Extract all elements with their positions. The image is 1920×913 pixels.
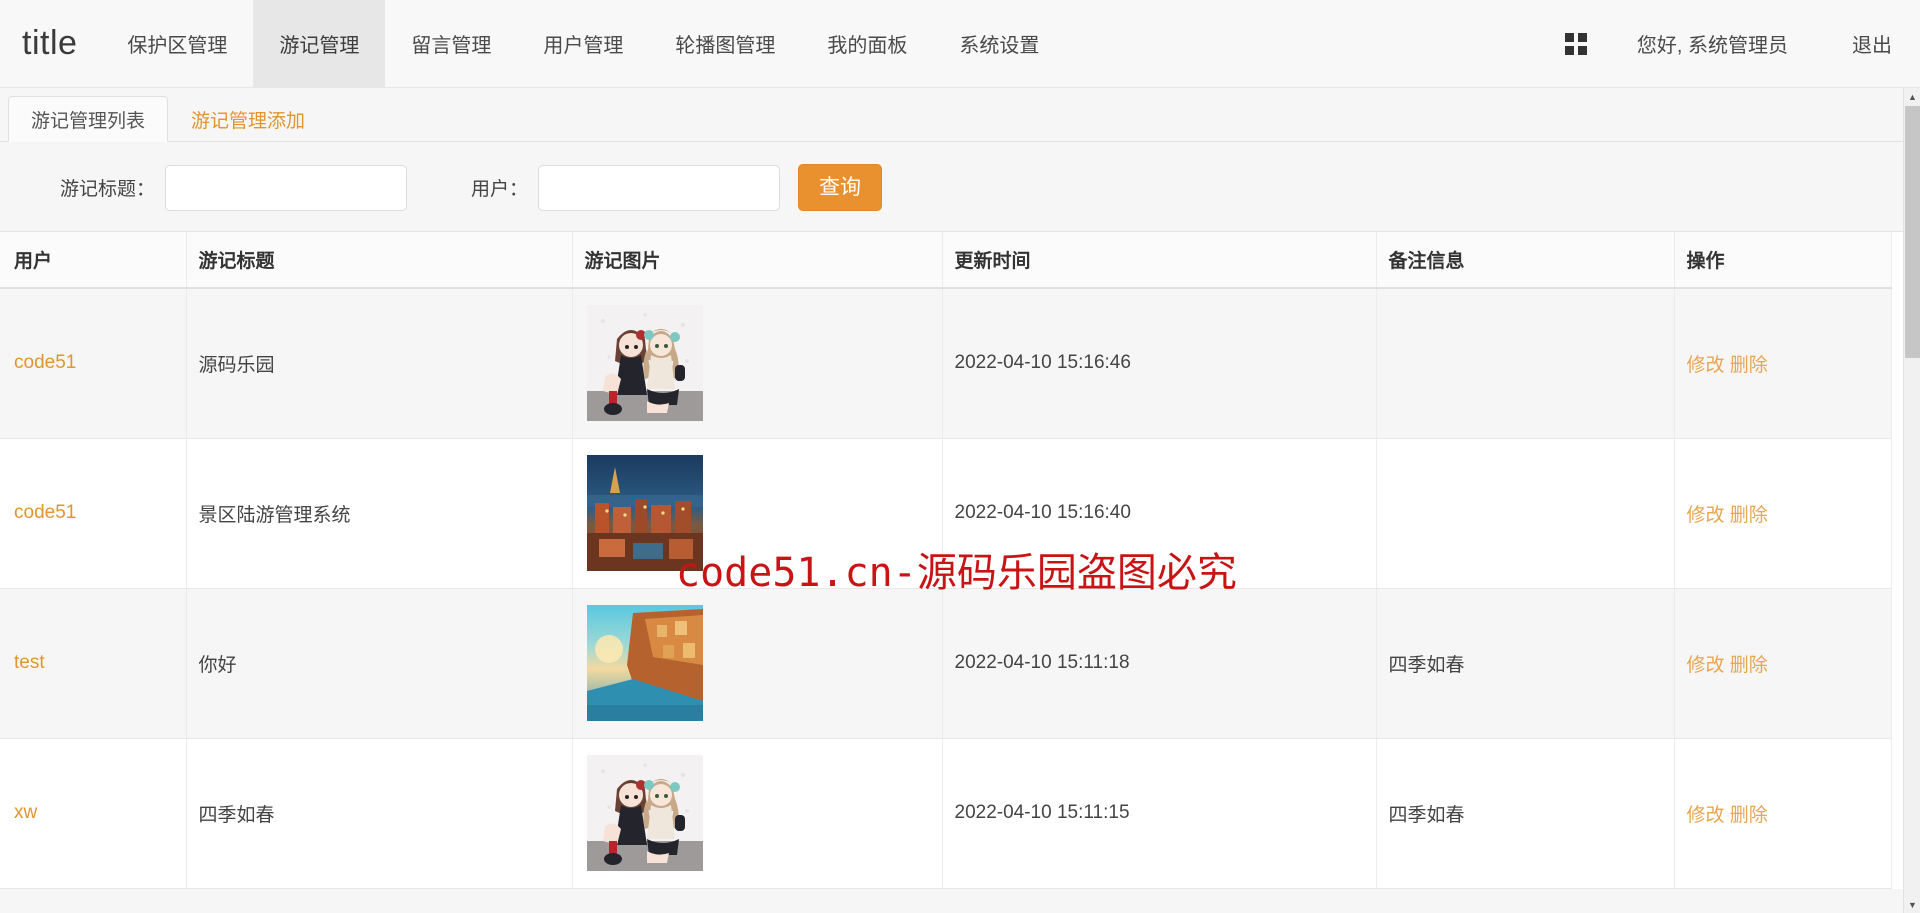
nav-item-3[interactable]: 用户管理 (517, 0, 649, 87)
column-header-2: 游记图片 (572, 232, 943, 289)
user-link[interactable]: code51 (14, 352, 76, 373)
column-header-0: 用户 (0, 232, 187, 289)
edit-link[interactable]: 修改 (1687, 805, 1725, 826)
user-input[interactable] (538, 164, 781, 211)
cell-title: 四季如春 (186, 738, 573, 889)
travelog-title-label: 游记标题： (60, 179, 156, 200)
nav-item-2[interactable]: 留言管理 (385, 0, 517, 87)
cell-title: 你好 (186, 588, 573, 739)
table-row: code51 源码乐园 2022-04-10 15:16:46 修改 删除 (0, 288, 1892, 439)
user-greeting: 您好, 系统管理员 (1636, 35, 1788, 57)
table-row: test 你好 2022-04-10 15:11:18 四季如春 修改 删除 (0, 588, 1892, 739)
user-link[interactable]: code51 (14, 502, 76, 523)
cell-updated-time: 2022-04-10 15:11:15 (942, 738, 1377, 889)
cell-user: test (0, 588, 187, 739)
nav-item-4[interactable]: 轮播图管理 (649, 0, 801, 87)
nav-item-5[interactable]: 我的面板 (801, 0, 933, 87)
cell-updated-time: 2022-04-10 15:11:18 (942, 588, 1377, 739)
scroll-down-arrow[interactable]: ▼ (1904, 896, 1920, 913)
travelog-table: 用户 游记标题 游记图片 更新时间 备注信息 操作 code51 源码乐园 2022-04-1… (0, 232, 1892, 889)
table-row: xw 四季如春 2022-04-10 15:11:15 四季如春 修改 删除 (0, 738, 1892, 889)
vertical-scrollbar[interactable]: ▲ ▼ (1903, 88, 1920, 913)
cell-updated-time: 2022-04-10 15:16:40 (942, 438, 1377, 589)
cell-image (572, 588, 943, 739)
query-button[interactable]: 查询 (798, 164, 883, 211)
cell-remark: 四季如春 (1376, 588, 1675, 739)
user-link[interactable]: test (14, 652, 45, 673)
nav-item-0[interactable]: 保护区管理 (101, 0, 253, 87)
cell-remark (1376, 288, 1675, 439)
edit-link[interactable]: 修改 (1687, 505, 1725, 526)
tab-bar: 游记管理列表 游记管理添加 (0, 88, 1920, 142)
cell-remark (1376, 438, 1675, 589)
edit-link[interactable]: 修改 (1687, 355, 1725, 376)
cell-operations: 修改 删除 (1674, 588, 1892, 739)
primary-nav: 保护区管理 游记管理 留言管理 用户管理 轮播图管理 我的面板 系统设置 (101, 0, 1065, 87)
nav-item-1[interactable]: 游记管理 (253, 0, 386, 87)
travelog-title-field: 游记标题： (60, 164, 408, 211)
travelog-title-input[interactable] (165, 164, 408, 211)
edit-link[interactable]: 修改 (1687, 655, 1725, 676)
content-area: 游记管理列表 游记管理添加 游记标题： 用户： 查询 用户 游记标题 游记图片 更新时间… (0, 88, 1920, 913)
user-link[interactable]: xw (14, 802, 37, 823)
delete-link[interactable]: 删除 (1730, 655, 1768, 676)
navbar-right-section: 您好, 系统管理员 退出 (1564, 0, 1920, 87)
tab-0[interactable]: 游记管理列表 (8, 96, 169, 142)
column-header-1: 游记标题 (186, 232, 573, 289)
top-navbar: title 保护区管理 游记管理 留言管理 用户管理 轮播图管理 我的面板 系统设置 您好,… (0, 0, 1920, 88)
cell-user: code51 (0, 438, 187, 589)
scroll-thumb[interactable] (1905, 106, 1920, 358)
table-body: code51 源码乐园 2022-04-10 15:16:46 修改 删除 code51… (0, 288, 1892, 889)
nav-item-6[interactable]: 系统设置 (933, 0, 1065, 87)
search-form: 游记标题： 用户： 查询 (0, 142, 1920, 231)
column-header-4: 备注信息 (1376, 232, 1675, 289)
delete-link[interactable]: 删除 (1730, 355, 1768, 376)
travelog-table-container: 用户 游记标题 游记图片 更新时间 备注信息 操作 code51 源码乐园 2022-04-1… (0, 231, 1920, 889)
cell-operations: 修改 删除 (1674, 738, 1892, 889)
logout-link[interactable]: 退出 (1852, 29, 1892, 58)
cell-image (572, 288, 943, 439)
cell-image (572, 738, 943, 889)
anime-girls-thumbnail (586, 755, 703, 871)
column-header-5: 操作 (1674, 232, 1892, 289)
user-label: 用户： (471, 179, 529, 200)
city-night-skyline-thumbnail (586, 455, 703, 571)
table-header-row: 用户 游记标题 游记图片 更新时间 备注信息 操作 (0, 232, 1892, 289)
cell-image (572, 438, 943, 589)
table-row: code51 景区陆游管理系统 2022-04-10 15:16:40 修改 删除 (0, 438, 1892, 589)
table-head: 用户 游记标题 游记图片 更新时间 备注信息 操作 (0, 232, 1892, 289)
cell-title: 源码乐园 (186, 288, 573, 439)
cell-user: code51 (0, 288, 187, 439)
cell-operations: 修改 删除 (1674, 288, 1892, 439)
coastal-cliff-sunset-thumbnail (586, 605, 703, 721)
cell-operations: 修改 删除 (1674, 438, 1892, 589)
cell-remark: 四季如春 (1376, 738, 1675, 889)
column-header-3: 更新时间 (942, 232, 1377, 289)
scroll-up-arrow[interactable]: ▲ (1904, 88, 1920, 105)
cell-user: xw (0, 738, 187, 889)
grid-2x2-icon[interactable] (1564, 32, 1587, 55)
cell-updated-time: 2022-04-10 15:16:46 (942, 288, 1377, 439)
tab-1[interactable]: 游记管理添加 (168, 96, 328, 142)
delete-link[interactable]: 删除 (1730, 505, 1768, 526)
brand-title[interactable]: title (0, 0, 101, 87)
cell-title: 景区陆游管理系统 (186, 438, 573, 589)
delete-link[interactable]: 删除 (1730, 805, 1768, 826)
anime-girls-thumbnail (586, 305, 703, 422)
user-field: 用户： (471, 164, 781, 211)
